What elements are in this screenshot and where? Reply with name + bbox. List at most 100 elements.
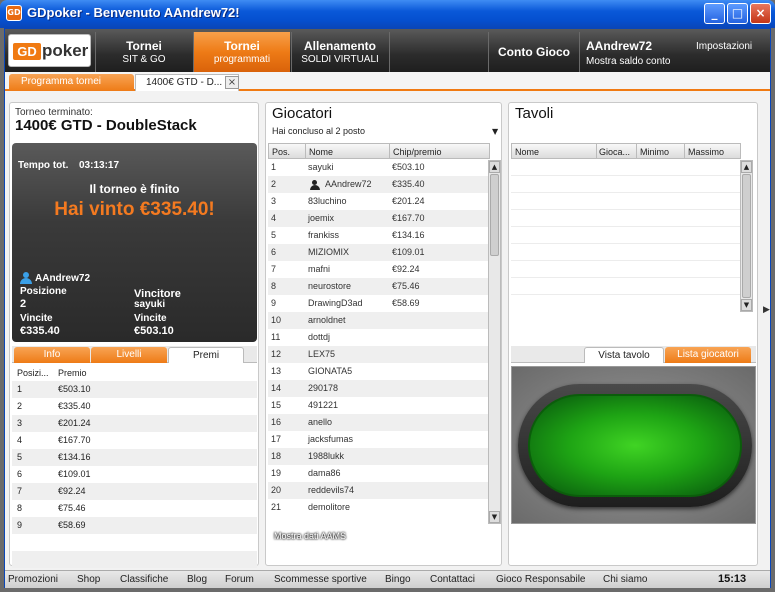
footer-link-forum[interactable]: Forum <box>225 574 254 585</box>
scroll-thumb[interactable] <box>490 174 499 256</box>
col-name[interactable]: Nome <box>309 147 333 157</box>
player-row[interactable]: 2 AAndrew72 €335.40 <box>268 176 490 193</box>
player-chips: €134.16 <box>392 230 425 240</box>
footer-link-gioco-responsabile[interactable]: Gioco Responsabile <box>496 574 586 585</box>
tab-tournament-schedule[interactable]: Programma tornei <box>9 74 134 91</box>
nav-tab-account[interactable]: Conto Gioco <box>488 32 580 72</box>
username[interactable]: AAndrew72 <box>586 39 652 53</box>
player-chips: €75.46 <box>392 281 420 291</box>
footer-link-classifiche[interactable]: Classifiche <box>120 574 168 585</box>
scroll-thumb[interactable] <box>742 174 751 298</box>
table-row <box>511 210 741 227</box>
show-aams-data-link[interactable]: Mostra dati AAMS <box>274 531 346 541</box>
prize-row: 1 €503.10 <box>12 381 257 398</box>
total-time-value: 03:13:17 <box>79 160 120 171</box>
col-table-max[interactable]: Massimo <box>688 147 724 157</box>
player-name: AAndrew72 <box>325 179 372 189</box>
scroll-up-icon[interactable]: ▲ <box>489 161 500 173</box>
scroll-down-icon[interactable]: ▼ <box>489 511 500 523</box>
tab-prizes[interactable]: Premi <box>168 347 244 363</box>
scroll-up-icon[interactable]: ▲ <box>741 161 752 173</box>
result-box: Tempo tot. 03:13:17 Il torneo è finito H… <box>12 143 257 342</box>
footer-link-shop[interactable]: Shop <box>77 574 100 585</box>
nav-tab-label: Allenamento <box>303 39 376 53</box>
tournament-finished-text: Il torneo è finito <box>89 182 180 196</box>
info-tab-bar: Info Livelli Premi <box>12 346 257 363</box>
nav-tab-sublabel: SOLDI VIRTUALI <box>301 54 379 65</box>
col-chip[interactable]: Chip/premio <box>393 147 442 157</box>
show-balance-link[interactable]: Mostra saldo conto <box>586 56 671 67</box>
player-row[interactable]: 13 GIONATA5 <box>268 363 490 380</box>
col-prize[interactable]: Premio <box>58 368 87 378</box>
gdpoker-logo[interactable]: GD poker <box>8 34 91 67</box>
player-row[interactable]: 15 491221 <box>268 397 490 414</box>
footer-link-contattaci[interactable]: Contattaci <box>430 574 475 585</box>
expand-right-icon[interactable]: ▶ <box>763 305 770 315</box>
col-pos[interactable]: Pos. <box>272 147 290 157</box>
player-row[interactable]: 3 83luchino €201.24 <box>268 193 490 210</box>
maximize-button[interactable]: □ <box>727 3 748 24</box>
clock: 15:13 <box>718 573 747 585</box>
close-tab-icon[interactable]: × <box>225 76 239 89</box>
winnings-label: Vincite <box>20 313 53 324</box>
scroll-down-icon[interactable]: ▼ <box>741 299 752 311</box>
tournament-info-panel: Torneo terminato: 1400€ GTD - DoubleStac… <box>9 102 259 568</box>
footer-link-promozioni[interactable]: Promozioni <box>8 574 58 585</box>
player-row[interactable]: 12 LEX75 <box>268 346 490 363</box>
tab-current-tournament[interactable]: 1400€ GTD - D... × <box>135 74 239 91</box>
player-row[interactable]: 6 MIZIOMIX €109.01 <box>268 244 490 261</box>
nav-tab-label: Tornei <box>126 39 162 53</box>
player-row[interactable]: 7 mafni €92.24 <box>268 261 490 278</box>
settings-link[interactable]: Impostazioni <box>696 41 752 52</box>
prize-position: 7 <box>17 486 23 496</box>
tab-levels[interactable]: Livelli <box>91 347 167 363</box>
close-window-button[interactable]: × <box>750 3 771 24</box>
tab-info[interactable]: Info <box>14 347 90 363</box>
player-row[interactable]: 19 dama86 <box>268 465 490 482</box>
col-table-players[interactable]: Gioca... <box>599 147 630 157</box>
logo-poker: poker <box>42 41 89 60</box>
window-title-bar: GD GDpoker - Benvenuto AAndrew72! _ □ × <box>0 0 775 28</box>
minimize-button[interactable]: _ <box>704 3 725 24</box>
footer-bar: Promozioni Shop Classifiche Blog Forum S… <box>5 570 770 588</box>
player-name: AAndrew72 <box>35 273 91 284</box>
nav-tab-scheduled-tournaments[interactable]: Tornei programmati <box>193 32 290 72</box>
player-row[interactable]: 10 arnoldnet <box>268 312 490 329</box>
player-row[interactable]: 17 jacksfumas <box>268 431 490 448</box>
current-user-icon <box>310 180 320 190</box>
dropdown-arrow-icon[interactable]: ▼ <box>492 127 498 136</box>
player-row[interactable]: 4 joemix €167.70 <box>268 210 490 227</box>
winner-name: sayuki <box>134 299 166 310</box>
footer-link-chi-siamo[interactable]: Chi siamo <box>603 574 647 585</box>
tab-table-view[interactable]: Vista tavolo <box>584 347 664 363</box>
prize-amount: €167.70 <box>58 435 91 445</box>
player-row[interactable]: 5 frankiss €134.16 <box>268 227 490 244</box>
footer-link-bingo[interactable]: Bingo <box>385 574 411 585</box>
footer-link-scommesse[interactable]: Scommesse sportive <box>274 574 367 585</box>
nav-tab-training[interactable]: Allenamento SOLDI VIRTUALI <box>291 32 388 72</box>
tables-scrollbar[interactable]: ▲ ▼ <box>740 160 753 312</box>
player-row[interactable]: 9 DrawingD3ad €58.69 <box>268 295 490 312</box>
prize-row-empty <box>12 534 257 551</box>
players-filter[interactable]: Hai concluso al 2 posto <box>272 126 365 136</box>
player-row[interactable]: 16 anello <box>268 414 490 431</box>
player-row[interactable]: 8 neurostore €75.46 <box>268 278 490 295</box>
prize-position: 3 <box>17 418 23 428</box>
player-row[interactable]: 14 290178 <box>268 380 490 397</box>
player-row[interactable]: 20 reddevils74 <box>268 482 490 499</box>
player-row[interactable]: 1 sayuki €503.10 <box>268 159 490 176</box>
player-row[interactable]: 21 demolitore <box>268 499 490 516</box>
poker-table-image <box>518 384 752 507</box>
col-table-min[interactable]: Minimo <box>640 147 669 157</box>
player-row[interactable]: 11 dottdj <box>268 329 490 346</box>
footer-link-blog[interactable]: Blog <box>187 574 207 585</box>
app-client: GD poker Tornei SIT & GO Tornei programm… <box>4 28 771 588</box>
tab-player-list[interactable]: Lista giocatori <box>665 347 751 363</box>
col-position[interactable]: Posizi... <box>17 368 49 378</box>
prize-row: 4 €167.70 <box>12 432 257 449</box>
player-row[interactable]: 18 1988lukk <box>268 448 490 465</box>
players-scrollbar[interactable]: ▲ ▼ <box>488 160 501 524</box>
player-position: 10 <box>271 315 282 325</box>
col-table-name[interactable]: Nome <box>515 147 539 157</box>
nav-tab-sit-and-go[interactable]: Tornei SIT & GO <box>95 32 192 72</box>
